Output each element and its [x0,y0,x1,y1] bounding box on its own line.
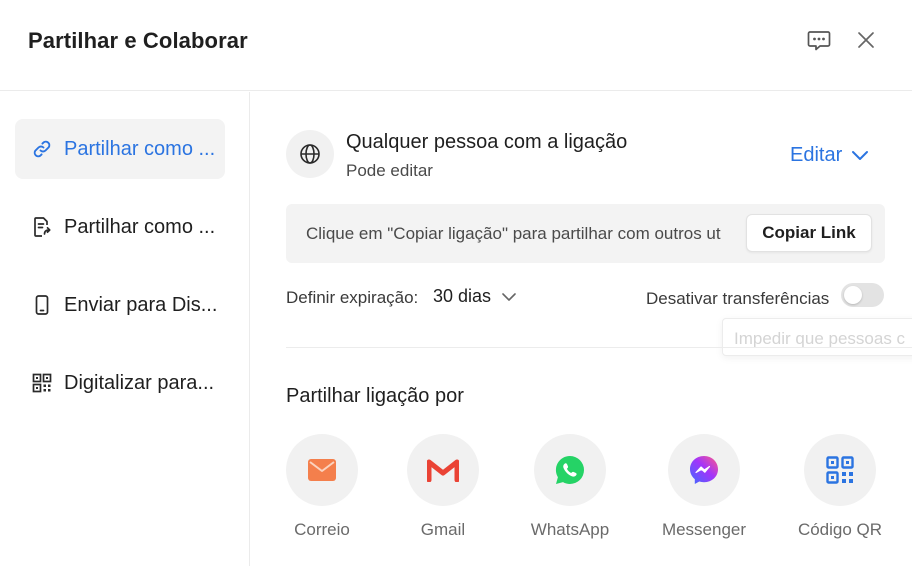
feedback-icon[interactable] [805,26,833,54]
share-option-label: Gmail [420,520,466,539]
close-icon[interactable] [852,26,880,54]
copy-link-button[interactable]: Copiar Link [746,214,872,252]
sidebar-item-share-file[interactable]: Partilhar como ... [15,197,225,257]
sidebar-item-scan[interactable]: Digitalizar para... [15,353,225,413]
share-mail-option[interactable]: Correio [286,434,358,540]
dialog-header: Partilhar e Colaborar [0,0,912,91]
divider [286,347,912,348]
link-icon [30,137,54,161]
file-share-icon [30,215,54,239]
sidebar-item-label: Enviar para Dis... [64,293,218,316]
link-text: Clique em "Copiar ligação" para partilha… [306,224,721,243]
disable-downloads-toggle[interactable] [841,283,884,307]
share-via-title: Partilhar ligação por [286,385,464,407]
sidebar-item-share-link[interactable]: Partilhar como ... [15,119,225,179]
toggle-knob [844,286,862,304]
link-box: Clique em "Copiar ligação" para partilha… [286,204,885,263]
mail-icon [286,434,358,506]
edit-access-button[interactable]: Editar [790,144,870,167]
qr-code-icon [804,434,876,506]
sidebar-item-label: Partilhar como ... [64,137,216,160]
chevron-down-icon [502,292,516,301]
sidebar: Partilhar como ... Partilhar como ... En… [0,92,250,566]
sidebar-item-label: Digitalizar para... [64,371,215,394]
expiration-label: Definir expiração: [286,288,419,307]
share-option-label: Correio [294,520,350,539]
gmail-icon [407,434,479,506]
globe-icon [286,130,334,178]
main-panel: Qualquer pessoa com a ligação Pode edita… [250,92,912,566]
tooltip-text: Impedir que pessoas c [734,329,906,348]
phone-icon [30,293,54,317]
edit-access-label: Editar [790,144,843,166]
share-qr-option[interactable]: Código QR [790,434,890,540]
share-option-label: Messenger [661,520,747,539]
share-whatsapp-option[interactable]: WhatsApp [522,434,618,540]
messenger-icon [668,434,740,506]
dialog-title: Partilhar e Colaborar [28,28,248,53]
chevron-down-icon [852,150,869,160]
share-option-label: WhatsApp [530,520,610,539]
qr-code-icon [30,371,54,395]
share-messenger-option[interactable]: Messenger [654,434,754,540]
expiration-select[interactable]: 30 dias [433,286,517,307]
downloads-tooltip: Impedir que pessoas c [722,318,912,356]
disable-downloads-label: Desativar transferências [646,289,830,308]
access-title: Qualquer pessoa com a ligação [346,131,628,153]
share-option-label: Código QR [797,520,883,539]
expiration-value: 30 dias [433,286,492,306]
whatsapp-icon [534,434,606,506]
sidebar-item-send-device[interactable]: Enviar para Dis... [15,275,225,335]
share-gmail-option[interactable]: Gmail [407,434,479,540]
access-permission: Pode editar [346,161,433,180]
sidebar-item-label: Partilhar como ... [64,215,216,238]
